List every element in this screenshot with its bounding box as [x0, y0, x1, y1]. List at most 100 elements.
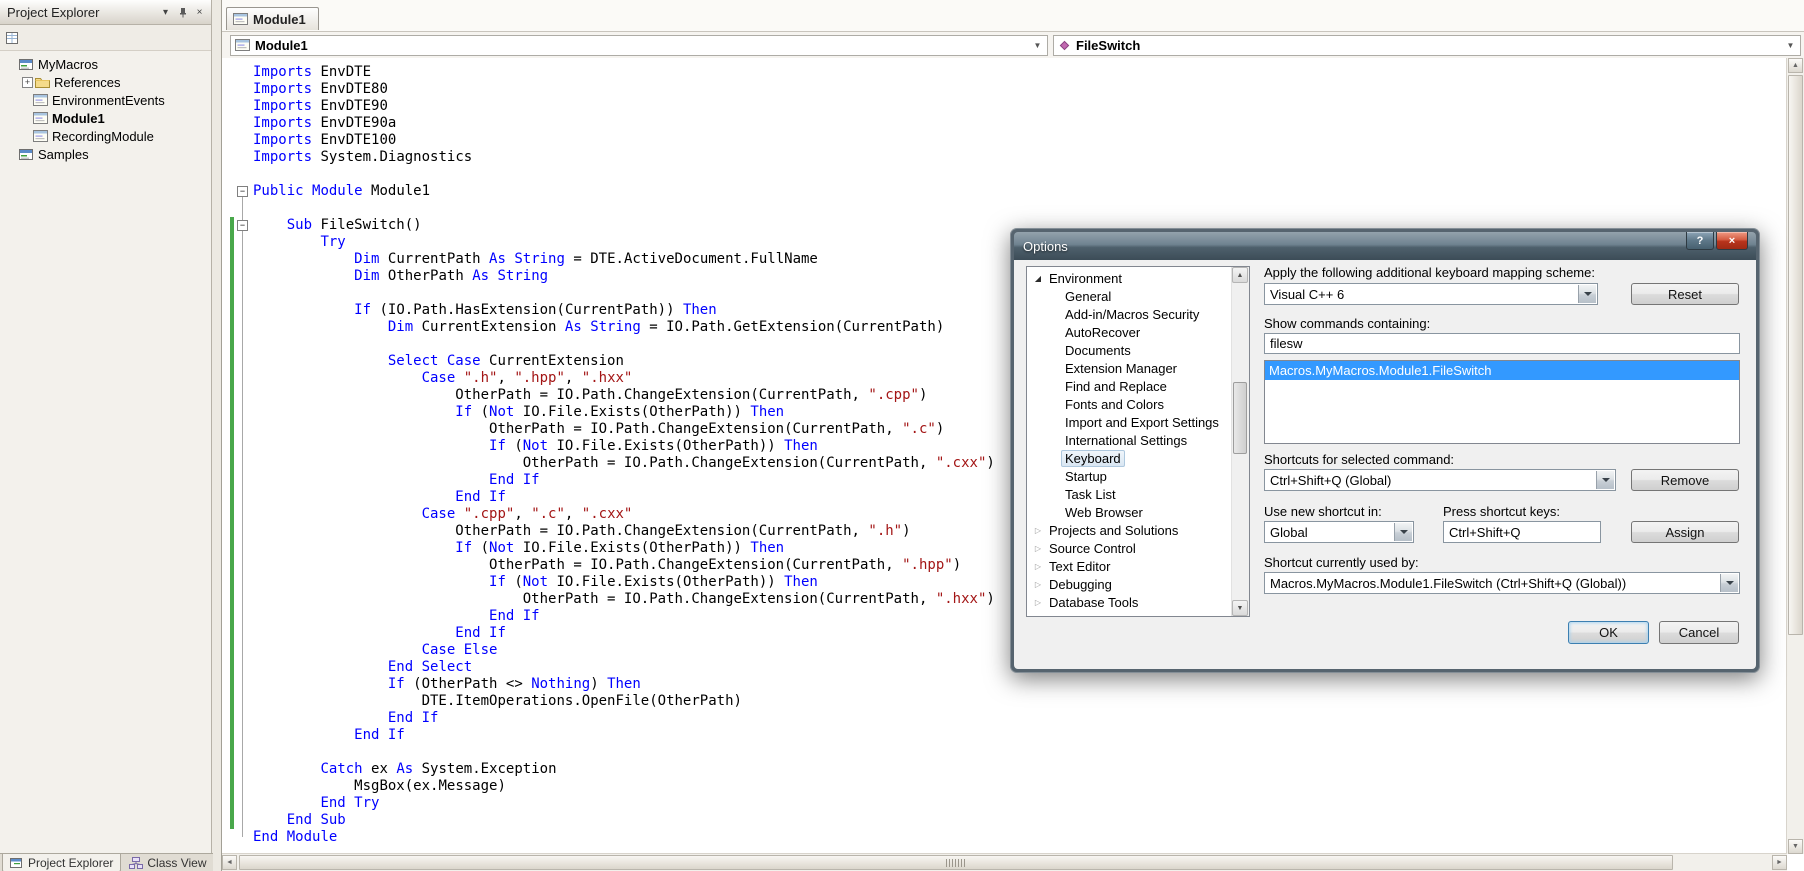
options-tree-item-projects-and-solutions[interactable]: ▷ Projects and Solutions [1027, 521, 1249, 539]
tree-item-module1[interactable]: Module1 [0, 109, 211, 127]
document-tab-module1[interactable]: Module1 [226, 7, 319, 30]
mapping-scheme-label: Apply the following additional keyboard … [1264, 265, 1595, 280]
options-tree-item-task-list[interactable]: Task List [1027, 485, 1249, 503]
expand-icon[interactable]: ▷ [1031, 526, 1045, 535]
help-button[interactable]: ? [1686, 232, 1714, 250]
options-tree-item-general[interactable]: General [1027, 287, 1249, 305]
options-tree-item-source-control[interactable]: ▷ Source Control [1027, 539, 1249, 557]
reset-button[interactable]: Reset [1631, 283, 1739, 305]
options-tree-item-documents[interactable]: Documents [1027, 341, 1249, 359]
code-line: Imports EnvDTE90a [253, 115, 397, 131]
tree-item-mymacros[interactable]: MyMacros [0, 55, 211, 73]
options-tree-item-text-editor[interactable]: ▷ Text Editor [1027, 557, 1249, 575]
types-dropdown[interactable]: Module1 ▼ [230, 34, 1048, 56]
editor-navigation-bar: Module1 ▼ FileSwitch ▼ [222, 32, 1804, 59]
options-tree-item-debugging[interactable]: ▷ Debugging [1027, 575, 1249, 593]
options-tree-item-environment[interactable]: ◢ Environment [1027, 269, 1249, 287]
options-tree-item-add-in-macros-security[interactable]: Add-in/Macros Security [1027, 305, 1249, 323]
members-dropdown-value: FileSwitch [1076, 37, 1141, 53]
code-line: End If [354, 727, 405, 743]
options-dialog-titlebar[interactable]: Options ? × [1014, 232, 1756, 260]
shortcuts-select[interactable]: Ctrl+Shift+Q (Global) [1264, 469, 1616, 491]
tree-item-references[interactable]: + References [0, 73, 211, 91]
expand-icon[interactable]: + [22, 76, 33, 88]
horizontal-scrollbar-thumb[interactable] [239, 855, 1673, 870]
expand-icon[interactable]: ▷ [1031, 580, 1045, 589]
options-tree-item-fonts-and-colors[interactable]: Fonts and Colors [1027, 395, 1249, 413]
window-position-menu-icon[interactable]: ▾ [157, 4, 174, 20]
auto-hide-pin-icon[interactable] [174, 4, 191, 20]
options-tree-item-web-browser[interactable]: Web Browser [1027, 503, 1249, 521]
use-new-shortcut-select[interactable]: Global [1264, 521, 1414, 543]
expand-icon[interactable]: ▷ [1031, 598, 1045, 607]
tree-item-recordingmodule[interactable]: RecordingModule [0, 127, 211, 145]
collapse-icon[interactable]: ◢ [1031, 274, 1045, 283]
chevron-down-icon: ▼ [1786, 40, 1795, 50]
code-line: If (OtherPath <> Nothing) Then [387, 676, 641, 692]
cancel-button[interactable]: Cancel [1659, 621, 1739, 644]
fold-toggle-module[interactable]: − [237, 186, 248, 197]
options-tree-item-find-and-replace[interactable]: Find and Replace [1027, 377, 1249, 395]
module-icon [33, 94, 48, 106]
tree-item-environmentevents[interactable]: EnvironmentEvents [0, 91, 211, 109]
scroll-up-button[interactable]: ▲ [1232, 267, 1248, 283]
scroll-down-button[interactable]: ▼ [1788, 839, 1803, 854]
code-line: End If [455, 489, 506, 505]
close-icon[interactable]: × [191, 4, 208, 20]
code-line: End If [455, 625, 506, 641]
vertical-scrollbar-thumb[interactable] [1788, 75, 1803, 635]
mapping-scheme-select[interactable]: Visual C++ 6 [1264, 283, 1598, 305]
scroll-right-button[interactable]: ► [1772, 855, 1787, 870]
toggle-folders-icon[interactable] [5, 31, 20, 45]
mapping-scheme-value: Visual C++ 6 [1270, 286, 1345, 302]
tree-item-samples[interactable]: Samples [0, 145, 211, 163]
shortcut-used-by-select[interactable]: Macros.MyMacros.Module1.FileSwitch (Ctrl… [1264, 572, 1740, 594]
project-explorer-toolbar [0, 25, 211, 51]
options-tree-item-startup[interactable]: Startup [1027, 467, 1249, 485]
options-tree-item-database-tools[interactable]: ▷ Database Tools [1027, 593, 1249, 611]
command-list-item[interactable]: Macros.MyMacros.Module1.FileSwitch [1265, 361, 1739, 380]
options-dialog: Options ? × ◢ Environment General Add-in/Ma… [1010, 228, 1760, 673]
tree-item-label: MyMacros [38, 56, 98, 72]
code-text[interactable]: Imports EnvDTE Imports EnvDTE80 Imports En… [253, 64, 995, 846]
module-icon [235, 39, 250, 51]
options-tree-item-international-settings[interactable]: International Settings [1027, 431, 1249, 449]
press-shortcut-keys-input[interactable]: Ctrl+Shift+Q [1443, 521, 1601, 543]
commands-listbox[interactable]: Macros.MyMacros.Module1.FileSwitch [1264, 360, 1740, 444]
fold-toggle-sub[interactable]: − [237, 220, 248, 231]
remove-button[interactable]: Remove [1631, 469, 1739, 491]
command-filter-input[interactable]: filesw [1264, 333, 1740, 354]
code-line: Case Else [421, 642, 498, 658]
code-line: Imports System.Diagnostics [253, 149, 473, 165]
scroll-left-button[interactable]: ◄ [222, 855, 237, 870]
options-tree-item-keyboard[interactable]: Keyboard [1027, 449, 1249, 467]
code-line: OtherPath = IO.Path.ChangeExtension(Curr… [455, 387, 928, 403]
vertical-scrollbar[interactable]: ▲ ▼ [1786, 58, 1804, 854]
options-tree-item-extension-manager[interactable]: Extension Manager [1027, 359, 1249, 377]
options-tree-item-import-and-export-settings[interactable]: Import and Export Settings [1027, 413, 1249, 431]
expand-icon[interactable]: ▷ [1031, 544, 1045, 553]
code-line: OtherPath = IO.Path.ChangeExtension(Curr… [522, 455, 995, 471]
scrollbar-thumb[interactable] [1233, 382, 1247, 454]
options-tree-item-autorecover[interactable]: AutoRecover [1027, 323, 1249, 341]
scroll-down-button[interactable]: ▼ [1232, 600, 1248, 616]
options-tree-item-label: Find and Replace [1065, 378, 1167, 394]
ok-button[interactable]: OK [1568, 621, 1649, 644]
code-line: Public Module Module1 [253, 183, 431, 199]
horizontal-scrollbar[interactable]: ◄ ► [222, 853, 1787, 871]
tab-class-view[interactable]: Class View [121, 854, 214, 871]
options-tree-scrollbar[interactable]: ▲ ▼ [1231, 267, 1249, 616]
tab-label: Project Explorer [28, 855, 114, 870]
close-button[interactable]: × [1716, 232, 1748, 250]
assign-button[interactable]: Assign [1631, 521, 1739, 543]
expand-icon[interactable]: ▷ [1031, 562, 1045, 571]
shortcut-used-by-label: Shortcut currently used by: [1264, 555, 1419, 570]
tab-project-explorer[interactable]: Project Explorer [2, 854, 122, 871]
code-line: MsgBox(ex.Message) [354, 778, 506, 794]
dialog-title: Options [1023, 238, 1068, 254]
members-dropdown[interactable]: FileSwitch ▼ [1053, 34, 1801, 56]
project-explorer-titlebar[interactable]: Project Explorer ▾ × [0, 0, 211, 25]
scroll-up-button[interactable]: ▲ [1788, 58, 1803, 73]
